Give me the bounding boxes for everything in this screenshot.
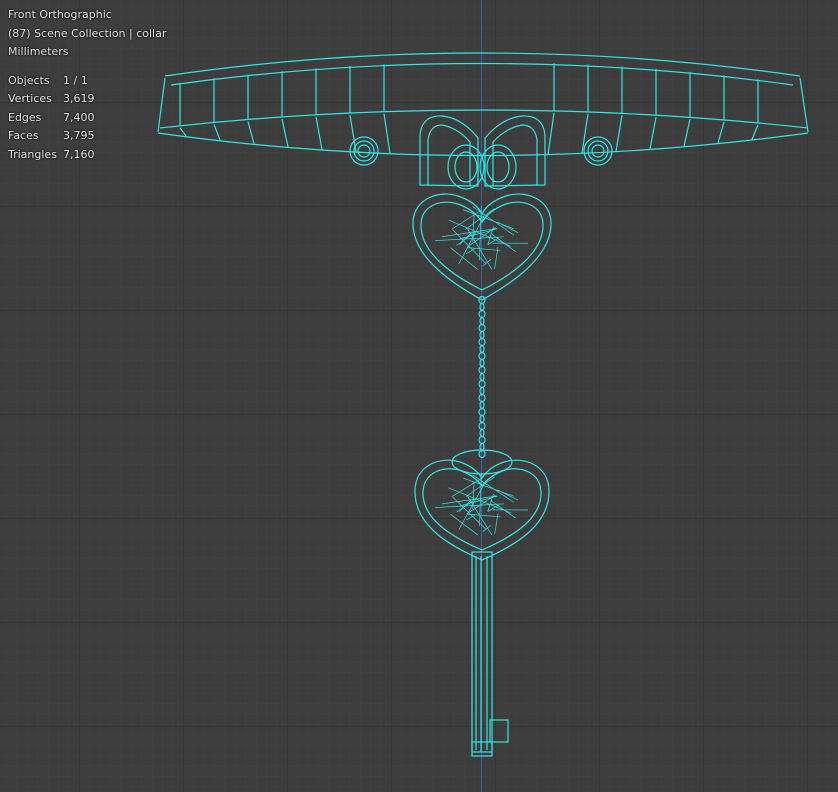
- statistics-table: Objects 1 / 1 Vertices 3,619 Edges 7,400 Fa…: [8, 72, 166, 165]
- stat-label: Objects: [8, 73, 50, 87]
- view-name: Front Orthographic: [8, 8, 112, 21]
- stat-label: Triangles: [8, 147, 57, 161]
- stat-value: 3,795: [63, 129, 95, 142]
- viewport-info-overlay: Front Orthographic (87) Scene Collection…: [8, 6, 166, 164]
- stat-label: Edges: [8, 110, 42, 124]
- collection-label: (87) Scene Collection | collar: [8, 26, 167, 40]
- stat-label: Vertices: [8, 92, 52, 105]
- stat-label: Faces: [8, 129, 39, 142]
- stat-value: 1 / 1: [63, 73, 88, 87]
- stat-value: 3,619: [63, 92, 95, 105]
- units-label: Millimeters: [8, 45, 69, 58]
- stat-value: 7,160: [63, 147, 95, 161]
- stat-value: 7,400: [63, 110, 95, 124]
